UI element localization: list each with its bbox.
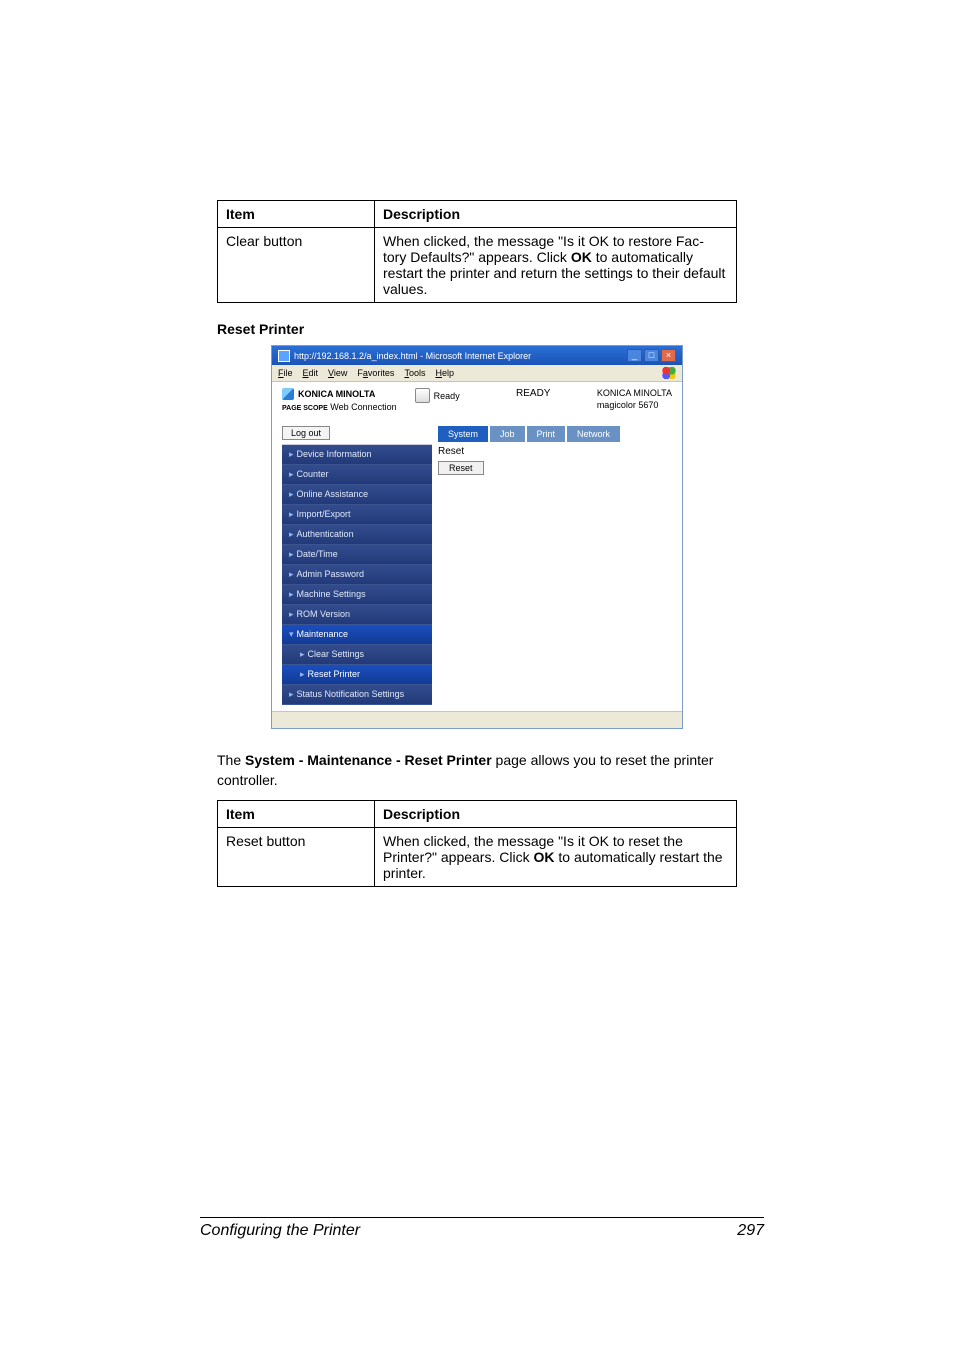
brand-logo: KONICA MINOLTA xyxy=(282,388,397,400)
sidebar-item-label: Device Information xyxy=(297,449,372,460)
chevron-icon: ▾ xyxy=(289,629,294,640)
cell-description: When clicked, the message "Is it OK to r… xyxy=(375,228,737,303)
device-info: KONICA MINOLTA magicolor 5670 xyxy=(597,388,672,411)
cell-item: Clear button xyxy=(218,228,375,303)
tab-network[interactable]: Network xyxy=(567,426,620,442)
sidebar-item-clear-settings[interactable]: ▸Clear Settings xyxy=(282,645,432,665)
sidebar-item-label: Admin Password xyxy=(297,569,365,580)
window-titlebar: http://192.168.1.2/a_index.html - Micros… xyxy=(272,346,682,365)
chevron-icon: ▸ xyxy=(289,609,294,620)
sidebar-item-rom-version[interactable]: ▸ROM Version xyxy=(282,605,432,625)
side-menu: ▸Device Information▸Counter▸Online Assis… xyxy=(282,444,432,705)
window-title: http://192.168.1.2/a_index.html - Micros… xyxy=(294,351,623,361)
window-minimize-button[interactable]: _ xyxy=(627,349,642,362)
table-row: Clear button When clicked, the message "… xyxy=(218,228,737,303)
chevron-icon: ▸ xyxy=(289,509,294,520)
screenshot-browser-window: http://192.168.1.2/a_index.html - Micros… xyxy=(271,345,683,729)
chevron-icon: ▸ xyxy=(289,569,294,580)
footer-page-number: 297 xyxy=(737,1222,764,1240)
panel-title: Reset xyxy=(438,446,672,457)
sidebar-item-maintenance[interactable]: ▾Maintenance xyxy=(282,625,432,645)
menu-view[interactable]: View xyxy=(328,368,347,378)
sidebar-item-reset-printer[interactable]: ▸Reset Printer xyxy=(282,665,432,685)
sidebar-item-label: Authentication xyxy=(297,529,354,540)
sidebar-item-label: Status Notification Settings xyxy=(297,689,405,700)
tab-bar: SystemJobPrintNetwork xyxy=(438,426,672,442)
sidebar-item-counter[interactable]: ▸Counter xyxy=(282,465,432,485)
chevron-icon: ▸ xyxy=(289,489,294,500)
web-connection-label: PAGE SCOPE Web Connection xyxy=(282,402,397,412)
windows-flag-icon xyxy=(662,367,676,379)
chevron-icon: ▸ xyxy=(289,589,294,600)
table-header-description: Description xyxy=(375,201,737,228)
window-close-button[interactable]: × xyxy=(661,349,676,362)
menu-edit[interactable]: Edit xyxy=(303,368,319,378)
chevron-icon: ▸ xyxy=(289,549,294,560)
tab-system[interactable]: System xyxy=(438,426,488,442)
tab-print[interactable]: Print xyxy=(527,426,566,442)
browser-statusbar xyxy=(272,711,682,728)
printer-status-icon xyxy=(415,388,430,403)
chevron-icon: ▸ xyxy=(300,669,305,680)
chevron-icon: ▸ xyxy=(300,649,305,660)
table-header-description: Description xyxy=(375,801,737,828)
cell-description: When clicked, the message "Is it OK to r… xyxy=(375,828,737,887)
window-maximize-button[interactable]: □ xyxy=(644,349,659,362)
sidebar-item-admin-password[interactable]: ▸Admin Password xyxy=(282,565,432,585)
menu-help[interactable]: Help xyxy=(435,368,454,378)
sidebar-item-online-assistance[interactable]: ▸Online Assistance xyxy=(282,485,432,505)
sidebar-item-label: Date/Time xyxy=(297,549,338,560)
sidebar-item-label: Machine Settings xyxy=(297,589,366,600)
status-ready: READY xyxy=(460,388,597,399)
sidebar-item-label: Import/Export xyxy=(297,509,351,520)
chevron-icon: ▸ xyxy=(289,529,294,540)
page-footer: Configuring the Printer 297 xyxy=(200,1217,764,1240)
table-clear-button: Item Description Clear button When click… xyxy=(217,200,737,303)
chevron-icon: ▸ xyxy=(289,449,294,460)
table-row: Reset button When clicked, the message "… xyxy=(218,828,737,887)
menubar: File Edit View Favorites Tools Help xyxy=(272,365,682,382)
caption-text: The System - Maintenance - Reset Printer… xyxy=(217,751,737,790)
table-header-item: Item xyxy=(218,801,375,828)
chevron-icon: ▸ xyxy=(289,469,294,480)
sidebar-item-label: Counter xyxy=(297,469,329,480)
menu-file[interactable]: File xyxy=(278,368,293,378)
brand-mark-icon xyxy=(282,388,294,400)
chevron-icon: ▸ xyxy=(289,689,294,700)
cell-item: Reset button xyxy=(218,828,375,887)
footer-section-title: Configuring the Printer xyxy=(200,1222,360,1240)
sidebar-item-label: Maintenance xyxy=(297,629,349,640)
sidebar-item-authentication[interactable]: ▸Authentication xyxy=(282,525,432,545)
sidebar-item-status-notification-settings[interactable]: ▸Status Notification Settings xyxy=(282,685,432,705)
ie-icon xyxy=(278,350,290,362)
sidebar-item-date-time[interactable]: ▸Date/Time xyxy=(282,545,432,565)
sidebar-item-import-export[interactable]: ▸Import/Export xyxy=(282,505,432,525)
table-reset-button: Item Description Reset button When click… xyxy=(217,800,737,887)
sidebar-item-label: ROM Version xyxy=(297,609,351,620)
table-header-item: Item xyxy=(218,201,375,228)
sidebar-item-machine-settings[interactable]: ▸Machine Settings xyxy=(282,585,432,605)
ready-label: Ready xyxy=(434,391,460,401)
logout-button[interactable]: Log out xyxy=(282,426,330,440)
sidebar-item-device-information[interactable]: ▸Device Information xyxy=(282,445,432,465)
heading-reset-printer: Reset Printer xyxy=(217,321,737,337)
menu-tools[interactable]: Tools xyxy=(404,368,425,378)
sidebar-item-label: Clear Settings xyxy=(308,649,365,660)
sidebar-item-label: Reset Printer xyxy=(308,669,361,680)
sidebar-item-label: Online Assistance xyxy=(297,489,369,500)
reset-button[interactable]: Reset xyxy=(438,461,484,475)
menu-favorites[interactable]: Favorites xyxy=(357,368,394,378)
tab-job[interactable]: Job xyxy=(490,426,525,442)
